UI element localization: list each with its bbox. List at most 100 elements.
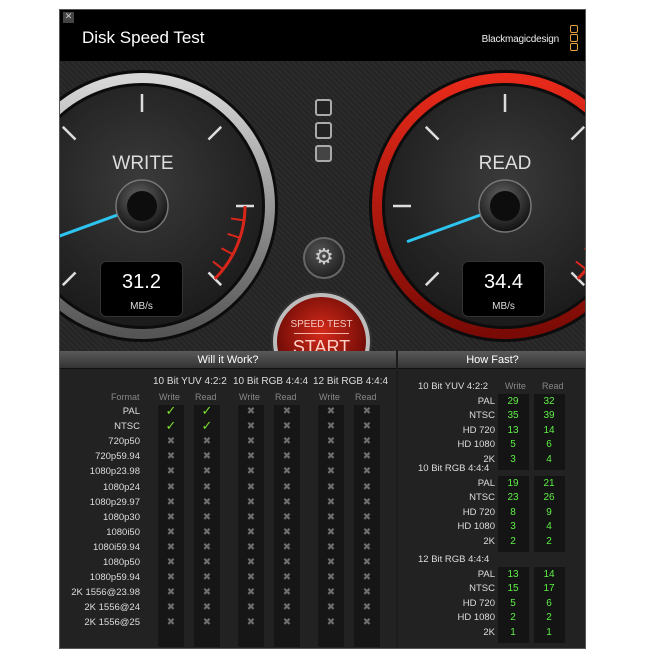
compat-column-header: Read (275, 392, 297, 402)
cross-icon: ✖ (202, 481, 212, 493)
cross-icon: ✖ (246, 466, 256, 478)
howfast-write-value: 35 (507, 410, 519, 422)
read-gauge-label: READ (478, 153, 532, 174)
cross-icon: ✖ (326, 406, 336, 417)
compat-group-header: 12 Bit RGB 4:4:4 (313, 376, 389, 387)
cross-icon: ✖ (326, 481, 336, 493)
howfast-format-label: HD 1080 (457, 521, 496, 533)
howfast-format-label: HD 720 (462, 597, 495, 609)
cross-icon: ✖ (362, 526, 372, 538)
cross-icon: ✖ (282, 481, 292, 493)
cross-icon: ✖ (166, 496, 176, 508)
cross-icon: ✖ (326, 541, 336, 553)
gauge-area: WRITE READ 31.2 MB/s 34.4 MB/s ⚙ SPEED T… (60, 61, 585, 390)
compat-group-header: 10 Bit RGB 4:4:4 (233, 376, 309, 387)
howfast-write-value: 23 (507, 492, 519, 504)
compat-column-header: Read (355, 392, 377, 402)
brand-name: Blackmagicdesign (481, 34, 560, 45)
cross-icon: ✖ (326, 451, 336, 463)
read-speed-value: 34.4 (484, 271, 523, 293)
cross-icon: ✖ (166, 557, 176, 568)
cross-icon: ✖ (246, 541, 256, 553)
cross-icon: ✖ (326, 496, 336, 508)
cross-icon: ✖ (166, 511, 176, 523)
cross-icon: ✖ (326, 436, 336, 448)
close-icon[interactable]: ✕ (63, 12, 74, 23)
write-speed-unit: MB/s (130, 301, 153, 312)
cross-icon: ✖ (246, 602, 256, 614)
format-label: 1080p29.97 (89, 496, 140, 508)
check-icon: ✓ (165, 419, 177, 435)
cross-icon: ✖ (326, 572, 336, 584)
cross-icon: ✖ (246, 406, 256, 417)
format-column-header: Format (111, 392, 140, 402)
format-label: 1080p59.94 (89, 572, 140, 584)
format-label: PAL (122, 406, 140, 417)
cross-icon: ✖ (282, 557, 292, 568)
cross-icon: ✖ (246, 481, 256, 493)
howfast-write-value: 5 (510, 439, 516, 451)
test-size-button-2[interactable] (315, 122, 332, 139)
cross-icon: ✖ (282, 587, 292, 599)
cross-icon: ✖ (282, 406, 292, 417)
howfast-read-value: 17 (543, 583, 555, 595)
cross-icon: ✖ (282, 617, 292, 629)
howfast-format-label: 2K (483, 535, 495, 547)
howfast-format-label: NTSC (469, 492, 495, 504)
cross-icon: ✖ (282, 421, 292, 433)
cross-icon: ✖ (202, 451, 212, 463)
cross-icon: ✖ (362, 466, 372, 478)
cross-icon: ✖ (362, 572, 372, 584)
howfast-group-header: 10 Bit YUV 4:2:2 (418, 381, 489, 392)
check-icon: ✓ (201, 419, 213, 435)
cross-icon: ✖ (246, 617, 256, 629)
cross-icon: ✖ (246, 526, 256, 538)
test-size-button-1[interactable] (315, 99, 332, 116)
howfast-write-value: 1 (510, 626, 516, 638)
brand-logo-icon (570, 25, 578, 52)
will-it-work-panel: 10 Bit YUV 4:2:2 10 Bit RGB 4:4:4 12 Bit R… (60, 369, 396, 648)
cross-icon: ✖ (202, 557, 212, 568)
howfast-write-value: 15 (507, 583, 519, 595)
cross-icon: ✖ (362, 557, 372, 568)
howfast-format-label: HD 1080 (457, 439, 496, 451)
write-gauge-label: WRITE (112, 153, 174, 174)
cross-icon: ✖ (362, 406, 372, 417)
howfast-format-label: HD 720 (462, 424, 495, 436)
howfast-read-value: 26 (543, 492, 555, 504)
format-label: NTSC (114, 421, 140, 433)
cross-icon: ✖ (166, 617, 176, 629)
cross-icon: ✖ (202, 587, 212, 599)
howfast-write-value: 3 (510, 453, 516, 465)
howfast-format-label: HD 720 (462, 506, 495, 518)
cross-icon: ✖ (282, 526, 292, 538)
cross-icon: ✖ (166, 466, 176, 478)
cross-icon: ✖ (362, 451, 372, 463)
cross-icon: ✖ (282, 511, 292, 523)
results-area: Will it Work? How Fast? 10 Bit YUV 4:2:2… (60, 351, 585, 648)
test-size-button-3[interactable] (315, 145, 332, 162)
howfast-read-value: 6 (546, 597, 552, 609)
how-fast-panel: Write Read 10 Bit YUV 4:2:2 PAL 29 32 NTSC 35 39… (398, 369, 585, 648)
cross-icon: ✖ (362, 496, 372, 508)
howfast-write-value: 19 (507, 478, 519, 489)
format-label: 1080p50 (103, 557, 140, 568)
settings-gear-icon[interactable]: ⚙ (303, 237, 345, 279)
cross-icon: ✖ (326, 421, 336, 433)
write-speed-value: 31.2 (122, 271, 161, 293)
cross-icon: ✖ (326, 617, 336, 629)
cross-icon: ✖ (326, 602, 336, 614)
compat-column-header: Write (159, 392, 180, 402)
howfast-write-header: Write (505, 381, 526, 391)
cross-icon: ✖ (166, 587, 176, 599)
format-label: 2K 1556@24 (84, 602, 140, 614)
write-gauge-hub-center (127, 191, 157, 221)
howfast-write-value: 5 (510, 597, 516, 609)
app-title: Disk Speed Test (82, 28, 205, 47)
format-label: 2K 1556@23.98 (71, 587, 140, 599)
cross-icon: ✖ (282, 451, 292, 463)
cross-icon: ✖ (362, 511, 372, 523)
compat-column-header: Write (239, 392, 260, 402)
title-bar: ✕ Disk Speed Test Blackmagicdesign (60, 10, 585, 61)
cross-icon: ✖ (246, 436, 256, 448)
